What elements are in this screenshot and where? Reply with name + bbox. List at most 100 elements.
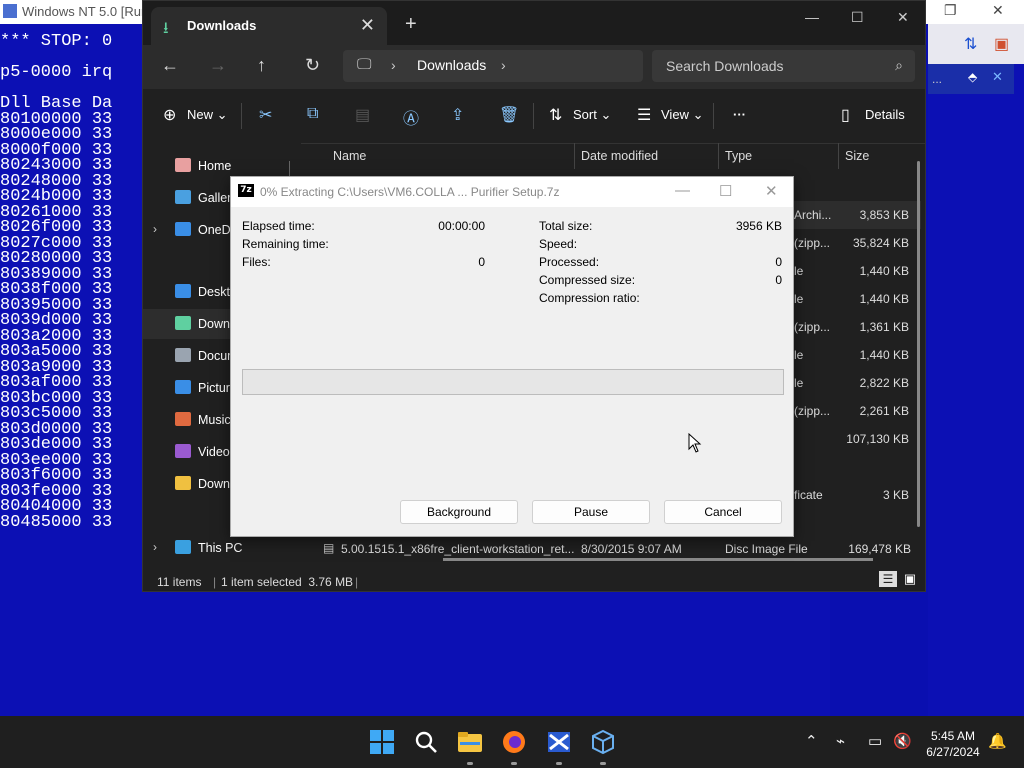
folder-icon <box>175 222 191 236</box>
background-button[interactable]: Background <box>400 500 518 524</box>
row-type: Archi... <box>794 208 832 222</box>
column-date-modified[interactable]: Date modified <box>581 149 658 163</box>
forward-icon[interactable]: → <box>209 55 227 76</box>
restore-icon[interactable]: ❐ <box>944 2 957 19</box>
row-size: 35,824 KB <box>852 236 909 250</box>
column-name[interactable]: Name <box>333 149 366 163</box>
row-type: (zipp... <box>794 236 831 250</box>
notification-close-icon[interactable]: ✕ <box>992 69 1003 85</box>
7zip-icon: 7z <box>238 184 254 197</box>
vm-notification: ... ⬘ ✕ <box>928 64 1014 94</box>
folder-icon <box>175 540 191 554</box>
view-button[interactable]: View ⌄ <box>661 107 703 123</box>
details-button[interactable]: Details <box>865 107 905 122</box>
folder-icon <box>175 412 191 426</box>
clock-time: 5:45 AM <box>930 729 976 743</box>
folder-icon <box>175 284 191 298</box>
search-box[interactable]: Search Downloads ⌕ <box>652 50 915 82</box>
toolbox-icon[interactable]: ▣ <box>994 34 1009 54</box>
row-size: 107,130 KB <box>846 432 909 446</box>
chevron-right-icon[interactable]: › <box>501 57 506 73</box>
firefox-icon[interactable] <box>501 729 527 755</box>
clock[interactable]: 5:45 AM 6/27/2024 <box>918 728 988 760</box>
field-label: Total size: <box>539 219 593 233</box>
cancel-button[interactable]: Cancel <box>664 500 782 524</box>
pin-icon[interactable]: ⬘ <box>968 70 977 84</box>
delete-icon[interactable]: 🗑 <box>499 105 519 125</box>
row-size: 1,440 KB <box>859 292 909 306</box>
pause-button[interactable]: Pause <box>532 500 650 524</box>
sidebar-item[interactable]: › This PC <box>143 533 301 563</box>
cut-icon[interactable]: ✂ <box>259 105 272 125</box>
display-icon[interactable]: ▭ <box>868 732 882 750</box>
file-explorer-icon[interactable] <box>457 729 483 755</box>
new-button[interactable]: New ⌄ <box>187 107 228 123</box>
row-type: le <box>794 264 804 278</box>
details-pane-icon: ▯ <box>841 107 850 124</box>
refresh-icon[interactable]: ↻ <box>305 55 320 76</box>
address-bar[interactable]: 🖵 › Downloads › <box>343 50 643 82</box>
row-size: 3 KB <box>882 488 909 502</box>
column-size[interactable]: Size <box>845 149 869 163</box>
minimize-icon[interactable]: — <box>675 182 690 199</box>
row-type: (zipp... <box>794 320 831 334</box>
chevron-right-icon[interactable]: › <box>391 57 396 73</box>
chevron-up-icon[interactable]: ⌃ <box>805 732 818 750</box>
row-size: 1,440 KB <box>859 264 909 278</box>
network-icon[interactable]: ⌁ <box>836 732 845 750</box>
close-icon[interactable]: ✕ <box>765 182 778 200</box>
clock-date: 6/27/2024 <box>926 745 980 759</box>
sidebar-item-label: Home <box>198 159 232 173</box>
horizontal-scrollbar[interactable] <box>443 558 873 561</box>
minimize-icon[interactable]: — <box>805 9 819 25</box>
field-value: 00:00:00 <box>438 219 485 233</box>
sort-icon[interactable]: ⇅ <box>964 34 977 54</box>
up-icon[interactable]: ↑ <box>257 55 266 76</box>
row-size: 3,853 KB <box>859 208 909 222</box>
close-icon[interactable]: ✕ <box>992 2 1004 19</box>
field-label: Speed: <box>539 237 578 251</box>
expand-chevron-icon[interactable]: › <box>153 540 157 554</box>
computer-icon: 🖵 <box>357 56 372 73</box>
bsod-line: *** STOP: 0 <box>0 32 113 51</box>
extract-progress-bar <box>242 369 784 395</box>
download-icon: ⭳ <box>163 20 169 37</box>
dialog-title: 0% Extracting C:\Users\VM6.COLLA ... Pur… <box>260 185 560 199</box>
selection-info: 1 item selected 3.76 MB <box>221 575 354 589</box>
column-type[interactable]: Type <box>725 149 752 163</box>
search-icon[interactable] <box>413 729 439 755</box>
field-label: Files: <box>242 255 271 269</box>
tab-bar: ⭳ Downloads ✕ + — ☐ ✕ <box>143 1 925 45</box>
notification-bell-icon[interactable]: 🔔 <box>988 732 1007 750</box>
close-tab-icon[interactable]: ✕ <box>360 15 375 36</box>
search-icon: ⌕ <box>895 57 903 73</box>
virtualbox-icon[interactable] <box>590 729 616 755</box>
new-icon: ⊕ <box>163 107 177 124</box>
field-value: 0 <box>478 255 485 269</box>
share-icon[interactable]: ⇪ <box>451 105 464 125</box>
maximize-icon[interactable]: ☐ <box>851 9 864 26</box>
expand-chevron-icon[interactable]: › <box>153 222 157 236</box>
mouse-cursor-icon <box>688 433 702 453</box>
volume-muted-icon[interactable]: 🔇 <box>893 732 912 750</box>
vm-app-icon[interactable] <box>546 729 572 755</box>
tab-downloads[interactable]: ⭳ Downloads ✕ <box>151 7 387 45</box>
paste-icon[interactable]: ▤ <box>355 105 370 125</box>
tiles-view-icon[interactable]: ▣ <box>901 571 919 587</box>
new-tab-icon[interactable]: + <box>405 13 417 36</box>
back-icon[interactable]: ← <box>161 55 179 76</box>
sort-button[interactable]: Sort ⌄ <box>573 107 611 123</box>
folder-icon <box>175 476 191 490</box>
copy-icon[interactable]: ⧉ <box>307 105 318 123</box>
command-bar: ⊕ New ⌄ ✂ ⧉ ▤ Ⓐ ⇪ 🗑 ⇅ Sort ⌄ ☰ View ⌄ ··… <box>143 89 925 144</box>
window-close-icon[interactable]: ✕ <box>897 9 909 26</box>
rename-icon[interactable]: Ⓐ <box>403 105 419 129</box>
folder-icon <box>175 158 191 172</box>
row-size: 1,440 KB <box>859 348 909 362</box>
windows-start-icon[interactable] <box>369 729 395 755</box>
vertical-scrollbar[interactable] <box>917 161 920 527</box>
maximize-icon[interactable]: ☐ <box>719 182 732 200</box>
more-options-button[interactable]: ··· <box>733 107 746 122</box>
search-placeholder: Search Downloads <box>666 58 784 74</box>
details-view-icon[interactable]: ☰ <box>879 571 897 587</box>
